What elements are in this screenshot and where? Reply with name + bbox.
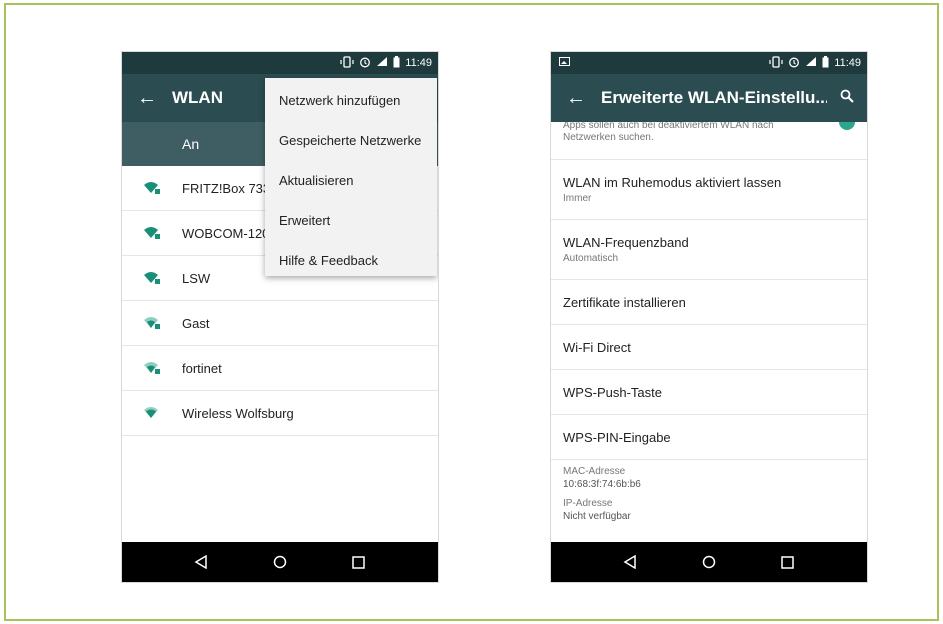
network-item[interactable]: fortinet (122, 346, 438, 391)
back-arrow-icon[interactable]: ← (122, 87, 172, 110)
vibrate-icon (769, 55, 783, 71)
status-bar: 11:49 (551, 52, 867, 74)
signal-icon (376, 56, 388, 70)
network-name: FRITZ!Box 733 (182, 180, 271, 196)
network-name: fortinet (182, 360, 222, 376)
back-arrow-icon[interactable]: ← (551, 87, 601, 110)
setting-keep-wlan-on-sleep[interactable]: WLAN im Ruhemodus aktiviert lassen Immer (551, 160, 867, 220)
wifi-locked-icon (122, 226, 182, 240)
setting-wifi-direct[interactable]: Wi-Fi Direct (551, 325, 867, 370)
nav-recents-icon[interactable] (339, 542, 379, 582)
nav-back-icon[interactable] (610, 542, 650, 582)
network-item[interactable]: Gast (122, 301, 438, 346)
settings-list: Apps sollen auch bei deaktiviertem WLAN … (551, 122, 867, 530)
scan-always-description: Apps sollen auch bei deaktiviertem WLAN … (563, 122, 774, 143)
setting-title: WLAN im Ruhemodus aktiviert lassen (563, 175, 782, 190)
menu-item-advanced[interactable]: Erweitert (265, 200, 437, 240)
status-bar: 11:49 (122, 52, 438, 74)
wifi-locked-icon (122, 316, 182, 330)
toggle-switch-knob[interactable] (839, 122, 855, 130)
network-name: WOBCOM-120 (182, 225, 270, 241)
scan-always-setting[interactable]: Apps sollen auch bei deaktiviertem WLAN … (551, 122, 867, 160)
wlan-toggle-label: An (182, 136, 200, 152)
network-name: Wireless Wolfsburg (182, 405, 294, 421)
mac-address-value: 10:68:3f:74:6b:b6 (563, 479, 641, 490)
ip-address-value: Nicht verfügbar (563, 511, 631, 522)
alarm-icon (359, 56, 371, 71)
battery-icon (393, 55, 400, 71)
navigation-bar (122, 542, 438, 582)
wifi-locked-icon (122, 181, 182, 195)
network-name: LSW (182, 270, 211, 286)
setting-title: WPS-Push-Taste (563, 384, 662, 400)
network-info: MAC-Adresse 10:68:3f:74:6b:b6 IP-Adresse… (551, 460, 867, 522)
setting-title: Wi-Fi Direct (563, 339, 631, 355)
setting-wps-pin[interactable]: WPS-PIN-Eingabe (551, 415, 867, 460)
nav-home-icon[interactable] (260, 542, 300, 582)
menu-item-help-feedback[interactable]: Hilfe & Feedback (265, 240, 437, 280)
setting-wps-push[interactable]: WPS-Push-Taste (551, 370, 867, 415)
status-time: 11:49 (405, 57, 432, 69)
overflow-menu: Netzwerk hinzufügen Gespeicherte Netzwer… (265, 78, 437, 276)
mac-address-label: MAC-Adresse (563, 466, 626, 477)
page-title: Erweiterte WLAN-Einstellu... (601, 88, 827, 107)
menu-item-refresh[interactable]: Aktualisieren (265, 160, 437, 200)
setting-title: Zertifikate installieren (563, 294, 686, 310)
alarm-icon (788, 56, 800, 71)
status-time: 11:49 (834, 57, 861, 69)
ip-address-label: IP-Adresse (563, 498, 613, 509)
wifi-locked-icon (122, 271, 182, 285)
phone-advanced-wlan-screen: 11:49 ← Erweiterte WLAN-Einstellu... App… (551, 52, 867, 582)
wifi-open-icon (122, 406, 182, 420)
navigation-bar (551, 542, 867, 582)
search-icon[interactable] (827, 89, 867, 108)
phone-wlan-screen: 11:49 ← WLAN An FRITZ!Box 733 WOBCOM-120… (122, 52, 438, 582)
network-name: Gast (182, 315, 210, 331)
wifi-locked-icon (122, 361, 182, 375)
screenshot-notification-icon (559, 57, 570, 69)
setting-value: Immer (563, 193, 592, 204)
setting-value: Automatisch (563, 253, 619, 264)
app-bar: ← Erweiterte WLAN-Einstellu... (551, 74, 867, 122)
battery-icon (822, 55, 829, 71)
menu-item-add-network[interactable]: Netzwerk hinzufügen (265, 80, 437, 120)
nav-back-icon[interactable] (181, 542, 221, 582)
nav-home-icon[interactable] (689, 542, 729, 582)
setting-frequency-band[interactable]: WLAN-Frequenzband Automatisch (551, 220, 867, 280)
network-item[interactable]: Wireless Wolfsburg (122, 391, 438, 436)
setting-title: WLAN-Frequenzband (563, 235, 689, 250)
vibrate-icon (340, 55, 354, 71)
signal-icon (805, 56, 817, 70)
menu-item-saved-networks[interactable]: Gespeicherte Netzwerke (265, 120, 437, 160)
nav-recents-icon[interactable] (768, 542, 808, 582)
setting-install-certificates[interactable]: Zertifikate installieren (551, 280, 867, 325)
setting-title: WPS-PIN-Eingabe (563, 429, 671, 445)
